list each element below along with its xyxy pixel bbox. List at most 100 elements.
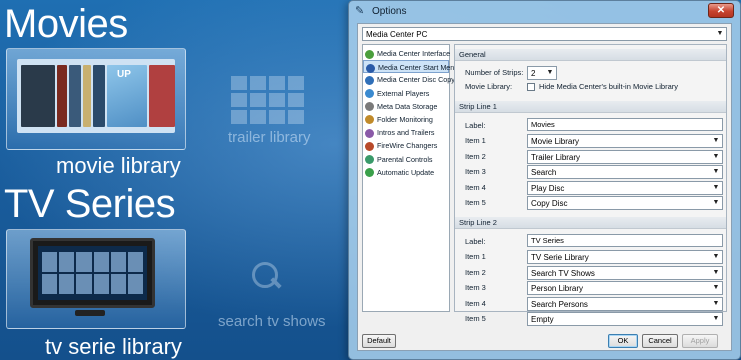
chevron-down-icon: ▼ <box>712 253 720 260</box>
hide-movie-library-label: Hide Media Center's built-in Movie Libra… <box>539 82 678 91</box>
strip-item-caption: Item 3 <box>465 167 486 176</box>
search-tv-shows-label[interactable]: search tv shows <box>218 313 326 330</box>
sidebar-item-label: Automatic Update <box>377 167 435 177</box>
sidebar-item-label: Intros and Trailers <box>377 128 435 138</box>
settings-category-icon <box>365 75 374 85</box>
strip-item-caption: Item 3 <box>465 283 486 292</box>
strip2-heading: Strip Line 2 <box>455 217 726 229</box>
sidebar-item[interactable]: Automatic Update <box>363 166 449 179</box>
sidebar-item-label: Parental Controls <box>377 154 433 164</box>
strip-label-caption: Label: <box>465 121 486 130</box>
chevron-down-icon: ▼ <box>716 30 724 37</box>
strips-value: 2 <box>531 69 536 78</box>
sidebar-item-label: Media Center Interface <box>377 49 451 58</box>
settings-category-icon <box>365 115 374 125</box>
strip-item-caption: Item 5 <box>465 198 486 207</box>
sidebar-item[interactable]: Media Center Interface <box>363 47 451 60</box>
strip-item-select[interactable]: Person Library ▼ <box>527 281 723 295</box>
strip-item-caption: Item 4 <box>465 182 486 192</box>
strip-item-caption: Item 1 <box>465 252 486 261</box>
wrench-icon: ✎ <box>355 5 365 17</box>
strips-label: Number of Strips: <box>465 68 524 77</box>
chevron-down-icon: ▼ <box>712 168 720 175</box>
cancel-button[interactable]: Cancel <box>642 334 678 348</box>
settings-category-icon <box>365 155 374 164</box>
movie-library-label: Movie Library: <box>465 82 513 91</box>
strip-item-select[interactable]: Movie Library ▼ <box>527 134 723 148</box>
strip-item-value: Trailer Library <box>531 152 581 162</box>
strip-item-select[interactable]: Search Persons ▼ <box>527 296 723 311</box>
chevron-down-icon: ▼ <box>712 183 720 191</box>
strip-label-field[interactable]: Movies <box>527 118 723 131</box>
chevron-down-icon: ▼ <box>712 268 720 276</box>
tv-screen <box>38 246 147 300</box>
settings-category-icon <box>365 102 374 112</box>
search-icon <box>252 262 282 292</box>
sidebar-item-label: Media Center Disc Copy <box>377 75 455 85</box>
strips-select[interactable]: 2 ▼ <box>527 66 557 80</box>
dvd-cover-title: UP <box>117 69 131 80</box>
strip-item-caption: Item 2 <box>465 267 486 277</box>
sidebar-item[interactable]: Meta Data Storage <box>363 100 449 113</box>
movies-section-title: Movies <box>4 2 128 46</box>
movie-library-tile[interactable]: UP <box>6 48 186 150</box>
sidebar-item-label: Folder Monitoring <box>377 114 433 124</box>
chevron-down-icon: ▼ <box>712 315 720 322</box>
dvd-shelf: UP <box>17 59 175 133</box>
close-button[interactable]: ✕ <box>708 3 734 18</box>
strip-item-value: Search <box>531 168 557 177</box>
strip-item-select[interactable]: Search ▼ <box>527 165 723 179</box>
ok-button[interactable]: OK <box>608 334 638 348</box>
chevron-down-icon: ▼ <box>712 299 720 307</box>
sidebar-item-label: FireWire Changers <box>377 141 438 151</box>
apply-button[interactable]: Apply <box>682 334 718 348</box>
profile-select[interactable]: Media Center PC ▼ <box>362 27 727 41</box>
sidebar-item-label: Meta Data Storage <box>377 101 438 111</box>
sidebar-item[interactable]: Media Center Disc Copy <box>363 73 455 86</box>
dvd-spine <box>83 65 91 127</box>
general-heading: General <box>455 49 726 61</box>
dvd-cover <box>149 65 175 127</box>
tv-icon <box>30 238 155 308</box>
sidebar-item[interactable]: Intros and Trailers <box>363 126 449 139</box>
chevron-down-icon: ▼ <box>712 137 720 144</box>
sidebar-item[interactable]: Folder Monitoring <box>363 113 449 126</box>
dvd-spine <box>57 65 67 127</box>
strip-item-value: Person Library <box>531 284 584 293</box>
settings-category-icon <box>365 49 374 59</box>
hide-movie-library-checkbox[interactable] <box>527 83 535 91</box>
strip-item-value: Search Persons <box>531 299 588 309</box>
settings-category-icon <box>366 63 375 73</box>
strip-item-caption: Item 4 <box>465 298 486 308</box>
chevron-down-icon: ▼ <box>712 284 720 291</box>
settings-category-icon <box>365 141 374 151</box>
strip-label-caption: Label: <box>465 237 486 246</box>
strip-item-select[interactable]: TV Serie Library ▼ <box>527 250 723 264</box>
close-icon: ✕ <box>716 5 726 16</box>
default-button[interactable]: Default <box>362 334 396 348</box>
titlebar[interactable]: ✎ Options ✕ <box>349 1 740 23</box>
strip-item-select[interactable]: Trailer Library ▼ <box>527 149 723 164</box>
strip-label-field[interactable]: TV Series <box>527 234 723 247</box>
dvd-cover <box>21 65 55 127</box>
profile-select-value: Media Center PC <box>366 30 428 39</box>
settings-category-icon <box>365 168 374 178</box>
dvd-spine <box>69 65 81 127</box>
trailer-library-label[interactable]: trailer library <box>228 129 311 146</box>
strip-item-select[interactable]: Empty ▼ <box>527 312 723 326</box>
options-dialog: ✎ Options ✕ Media Center PC ▼ Media Cent… <box>348 0 741 360</box>
sidebar-item[interactable]: Media Center Start Menu <box>363 60 458 74</box>
strip-item-caption: Item 5 <box>465 314 486 323</box>
trailer-library-icon <box>231 76 304 124</box>
strip-item-caption: Item 1 <box>465 136 486 145</box>
strip-item-value: TV Serie Library <box>531 253 589 262</box>
tv-series-section-title: TV Series <box>4 182 176 226</box>
strip-item-select[interactable]: Copy Disc ▼ <box>527 196 723 210</box>
sidebar-item[interactable]: External Players <box>363 87 449 100</box>
sidebar-item[interactable]: Parental Controls <box>363 153 449 166</box>
strip-item-select[interactable]: Search TV Shows ▼ <box>527 265 723 280</box>
strip-item-select[interactable]: Play Disc ▼ <box>527 180 723 195</box>
sidebar-item-label: Media Center Start Menu <box>378 63 459 73</box>
sidebar-item[interactable]: FireWire Changers <box>363 139 449 152</box>
settings-category-icon <box>365 89 374 99</box>
